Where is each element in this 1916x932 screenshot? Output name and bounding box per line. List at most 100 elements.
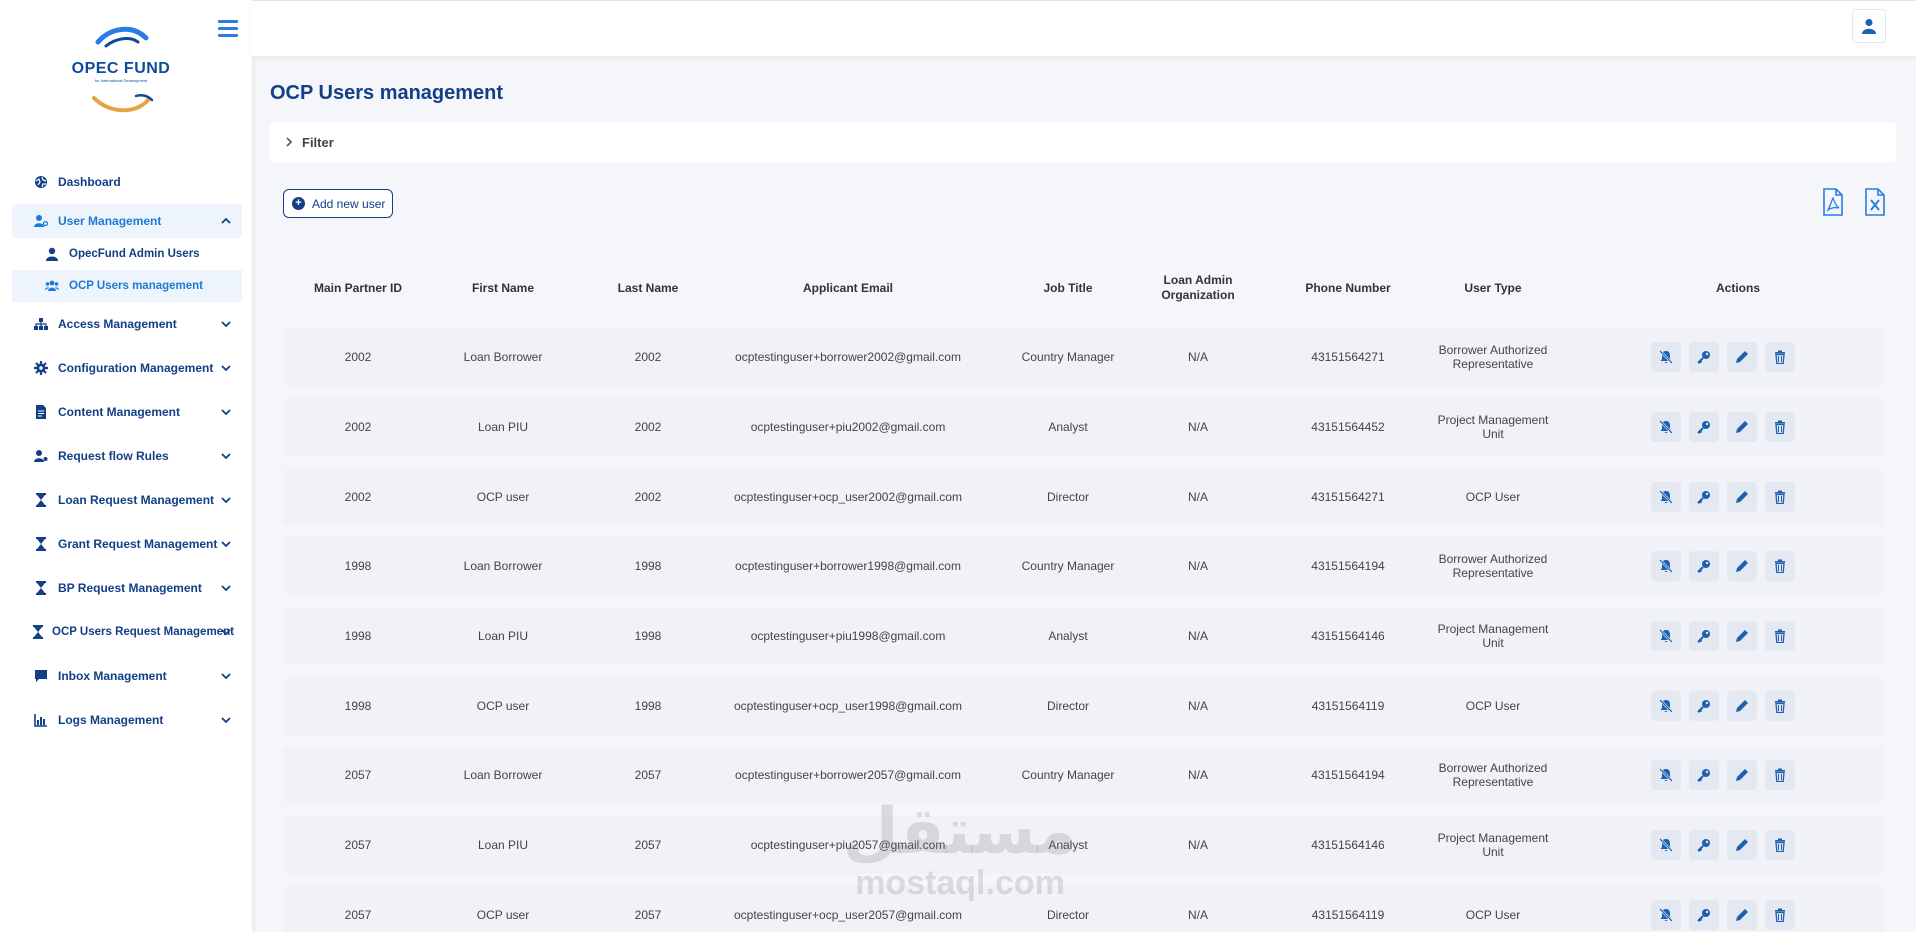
disable-notifications-button[interactable] xyxy=(1651,760,1681,790)
edit-button[interactable] xyxy=(1727,900,1757,930)
disable-notifications-button[interactable] xyxy=(1651,830,1681,860)
key-icon xyxy=(1697,420,1711,434)
edit-button[interactable] xyxy=(1727,830,1757,860)
reset-password-button[interactable] xyxy=(1689,621,1719,651)
column-header[interactable]: Main Partner ID xyxy=(283,268,433,308)
add-new-user-button[interactable]: + Add new user xyxy=(283,189,393,218)
sidebar-item-loan-request-management[interactable]: Loan Request Management xyxy=(12,478,242,522)
reset-password-button[interactable] xyxy=(1689,900,1719,930)
reset-password-button[interactable] xyxy=(1689,691,1719,721)
sidebar-item-ocp-users-management[interactable]: OCP Users management xyxy=(12,270,242,302)
column-header[interactable]: Phone Number xyxy=(1273,268,1423,308)
table-cell: 43151564119 xyxy=(1311,908,1385,922)
delete-button[interactable] xyxy=(1765,900,1795,930)
sidebar-item-label: Dashboard xyxy=(58,175,121,189)
column-header[interactable]: Last Name xyxy=(573,268,723,308)
delete-button[interactable] xyxy=(1765,342,1795,372)
delete-button[interactable] xyxy=(1765,551,1795,581)
table-cell: OCP User xyxy=(1465,699,1521,713)
user-menu-button[interactable] xyxy=(1852,9,1886,43)
edit-button[interactable] xyxy=(1727,621,1757,651)
edit-button[interactable] xyxy=(1727,482,1757,512)
delete-button[interactable] xyxy=(1765,830,1795,860)
key-icon xyxy=(1697,350,1711,364)
column-header[interactable]: Job Title xyxy=(993,268,1143,308)
top-bar xyxy=(252,0,1916,56)
disable-notifications-button[interactable] xyxy=(1651,900,1681,930)
table-cell: Analyst xyxy=(1048,629,1088,643)
disable-notifications-button[interactable] xyxy=(1651,482,1681,512)
plus-circle-icon: + xyxy=(292,197,305,210)
table-cell: 2002 xyxy=(344,420,372,434)
table-cell: 43151564119 xyxy=(1311,699,1385,713)
chevron-down-icon xyxy=(221,629,231,636)
row-actions xyxy=(1651,412,1821,442)
table-cell: 1998 xyxy=(344,629,372,643)
pdf-export-icon[interactable] xyxy=(1822,188,1844,216)
excel-export-icon[interactable] xyxy=(1864,188,1886,216)
row-actions xyxy=(1651,830,1821,860)
table-cell: N/A xyxy=(1187,699,1208,713)
sidebar-item-request-flow-rules[interactable]: Request flow Rules xyxy=(12,434,242,478)
column-header[interactable]: User Type xyxy=(1428,268,1558,308)
opec-fund-logo[interactable]: OPEC FUND for International Development xyxy=(66,26,176,116)
column-header[interactable]: Loan Admin Organization xyxy=(1143,268,1253,308)
table-cell: Country Manager xyxy=(1021,350,1115,364)
sidebar-item-inbox-management[interactable]: Inbox Management xyxy=(12,654,242,698)
disable-notifications-button[interactable] xyxy=(1651,691,1681,721)
table-cell: 1998 xyxy=(634,699,662,713)
reset-password-button[interactable] xyxy=(1689,412,1719,442)
trash-icon xyxy=(1773,350,1787,364)
edit-button[interactable] xyxy=(1727,760,1757,790)
disable-notification-icon xyxy=(1659,768,1673,782)
disable-notifications-button[interactable] xyxy=(1651,412,1681,442)
sidebar-item-grant-request-management[interactable]: Grant Request Management xyxy=(12,522,242,566)
table-cell: Project Management Unit xyxy=(1437,413,1549,441)
table-cell: OCP user xyxy=(476,490,530,504)
sidebar-item-access-management[interactable]: Access Management xyxy=(12,302,242,346)
edit-button[interactable] xyxy=(1727,551,1757,581)
delete-button[interactable] xyxy=(1765,760,1795,790)
edit-button[interactable] xyxy=(1727,342,1757,372)
table-cell: Project Management Unit xyxy=(1437,831,1549,859)
disable-notifications-button[interactable] xyxy=(1651,551,1681,581)
table-cell: 2002 xyxy=(634,350,662,364)
reset-password-button[interactable] xyxy=(1689,760,1719,790)
reset-password-button[interactable] xyxy=(1689,482,1719,512)
sidebar-item-user-management[interactable]: User Management xyxy=(12,204,242,238)
table-cell: OCP User xyxy=(1465,908,1521,922)
delete-button[interactable] xyxy=(1765,482,1795,512)
column-header[interactable]: Applicant Email xyxy=(713,268,983,308)
sidebar-item-ocp-users-request-management[interactable]: OCP Users Request Management xyxy=(12,610,242,654)
sidebar-item-logs-management[interactable]: Logs Management xyxy=(12,698,242,742)
pencil-icon xyxy=(1735,420,1749,434)
sidebar-item-configuration-management[interactable]: Configuration Management xyxy=(12,346,242,390)
sidebar-item-content-management[interactable]: Content Management xyxy=(12,390,242,434)
delete-button[interactable] xyxy=(1765,691,1795,721)
table-cell: 1998 xyxy=(634,629,662,643)
column-header[interactable]: First Name xyxy=(428,268,578,308)
table-cell: 2057 xyxy=(634,838,662,852)
edit-button[interactable] xyxy=(1727,412,1757,442)
disable-notifications-button[interactable] xyxy=(1651,621,1681,651)
table-row: 2002 Loan PIU 2002 ocptestinguser+piu2002@g… xyxy=(283,398,1883,456)
sidebar-item-opecfund-admin-users[interactable]: OpecFund Admin Users xyxy=(12,238,242,270)
sidebar-item-dashboard[interactable]: Dashboard xyxy=(12,160,242,204)
logo-subtitle: for International Development xyxy=(94,78,148,83)
sidebar-item-bp-request-management[interactable]: BP Request Management xyxy=(12,566,242,610)
filter-toggle[interactable]: Filter xyxy=(270,122,1896,162)
reset-password-button[interactable] xyxy=(1689,830,1719,860)
menu-toggle-icon[interactable] xyxy=(218,20,238,38)
delete-button[interactable] xyxy=(1765,621,1795,651)
reset-password-button[interactable] xyxy=(1689,551,1719,581)
key-icon xyxy=(1697,629,1711,643)
table-cell: 1998 xyxy=(344,559,372,573)
table-row: 1998 Loan PIU 1998 ocptestinguser+piu1998@g… xyxy=(283,607,1883,665)
disable-notifications-button[interactable] xyxy=(1651,342,1681,372)
edit-button[interactable] xyxy=(1727,691,1757,721)
sidebar-item-label: Loan Request Management xyxy=(58,493,215,507)
table-cell: Analyst xyxy=(1048,420,1088,434)
delete-button[interactable] xyxy=(1765,412,1795,442)
filter-label: Filter xyxy=(302,134,334,150)
reset-password-button[interactable] xyxy=(1689,342,1719,372)
